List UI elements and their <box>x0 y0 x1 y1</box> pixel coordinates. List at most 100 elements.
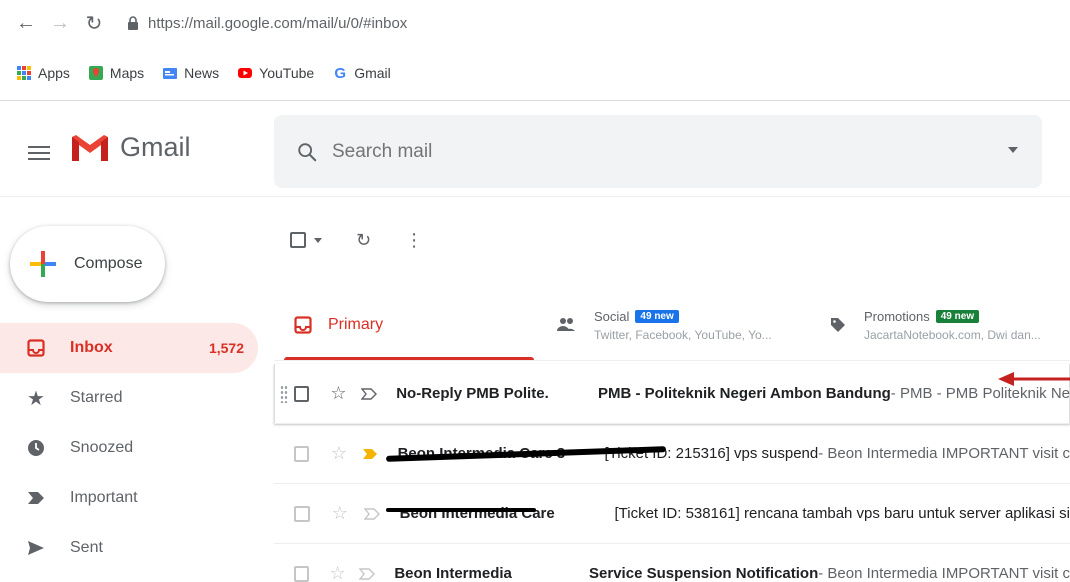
important-outline-icon[interactable] <box>362 504 382 524</box>
apps-grid-icon <box>17 66 31 80</box>
google-g-icon: G <box>334 64 347 82</box>
star-outline-icon[interactable]: ☆ <box>329 563 347 582</box>
drag-handle-icon[interactable] <box>280 385 288 403</box>
bookmark-maps[interactable]: Maps <box>88 65 144 81</box>
select-all-checkbox[interactable] <box>290 232 306 248</box>
browser-toolbar: ← → ↻ https://mail.google.com/mail/u/0/#… <box>0 0 1070 46</box>
compose-plus-icon <box>30 251 56 277</box>
sidebar-item-label: Inbox <box>70 339 113 356</box>
list-toolbar: ↻ ⋮ <box>290 222 423 258</box>
search-options-caret-icon[interactable] <box>1008 147 1018 153</box>
bookmark-gmail[interactable]: G Gmail <box>332 64 391 82</box>
row-sender: Beon Intermedia <box>394 565 512 582</box>
send-icon <box>26 538 46 558</box>
inbox-icon <box>294 316 312 334</box>
star-outline-icon[interactable]: ☆ <box>330 503 350 524</box>
row-subject: [Ticket ID: 538161] rencana tambah vps b… <box>614 505 1070 522</box>
tabs-divider <box>274 360 1070 361</box>
new-count-badge: 49 new <box>635 309 679 323</box>
tab-label: Social <box>594 308 630 324</box>
bookmark-label: Apps <box>38 65 70 81</box>
compose-label: Compose <box>74 255 143 272</box>
new-count-badge: 49 new <box>935 309 980 323</box>
sidebar-item-starred[interactable]: ★ Starred <box>0 373 258 423</box>
important-marker-icon[interactable] <box>361 444 380 464</box>
row-subject: Service Suspension Notification <box>589 565 819 582</box>
sidebar-item-label: Sent <box>70 539 103 556</box>
star-icon: ★ <box>27 387 45 410</box>
row-sender: No-Reply PMB Polite. <box>396 385 549 402</box>
star-outline-icon[interactable]: ☆ <box>329 383 348 404</box>
search-input[interactable] <box>332 140 932 163</box>
news-icon <box>163 68 178 79</box>
youtube-icon <box>238 68 253 78</box>
table-row[interactable]: ☆ No-Reply PMB Polite. PMB - Politeknik … <box>274 364 1070 424</box>
url-text: https://mail.google.com/mail/u/0/#inbox <box>148 14 408 32</box>
row-subject: PMB - Politeknik Negeri Ambon Bandung <box>597 385 891 402</box>
gmail-logo[interactable]: Gmail <box>70 132 191 163</box>
bookmark-label: Gmail <box>354 65 391 81</box>
header-divider <box>0 196 1070 197</box>
row-checkbox[interactable] <box>294 385 310 402</box>
sidebar-item-label: Starred <box>70 389 123 406</box>
address-bar[interactable]: https://mail.google.com/mail/u/0/#inbox <box>128 15 407 32</box>
inbox-unread-count: 1,572 <box>208 340 244 356</box>
search-icon[interactable] <box>296 141 318 163</box>
row-snippet: - Beon Intermedia IMPORTANT visit c <box>818 565 1070 582</box>
back-arrow-icon[interactable]: ← <box>12 9 40 37</box>
people-icon <box>557 318 575 331</box>
row-checkbox[interactable] <box>294 505 310 522</box>
table-row[interactable]: ☆ Beon Intermedia Care 3 [Ticket ID: 215… <box>274 424 1070 484</box>
gmail-m-icon <box>72 134 108 161</box>
tab-primary[interactable]: Primary <box>284 290 534 360</box>
row-checkbox[interactable] <box>294 565 309 582</box>
bookmark-label: News <box>184 65 220 81</box>
sidebar-item-label: Important <box>70 489 138 506</box>
main-menu-icon[interactable] <box>28 138 50 168</box>
redaction-mark <box>386 508 536 512</box>
forward-arrow-icon[interactable]: → <box>46 9 74 37</box>
bookmarks-bar: Apps Maps News YouTube G Gmail <box>0 56 409 90</box>
tab-promotions[interactable]: Promotions 49 new JacartaNotebook.com, D… <box>830 290 1070 360</box>
star-outline-icon[interactable]: ☆ <box>329 443 348 464</box>
sidebar-item-label: Snoozed <box>70 439 134 456</box>
more-options-icon[interactable]: ⋮ <box>405 230 423 251</box>
bookmark-news[interactable]: News <box>162 65 219 81</box>
row-snippet: - Beon Intermedia IMPORTANT visit c <box>818 445 1070 462</box>
maps-icon <box>88 66 103 80</box>
logo-text: Gmail <box>120 132 191 162</box>
important-outline-icon[interactable] <box>360 384 379 404</box>
bookmark-apps[interactable]: Apps <box>16 65 70 81</box>
important-icon <box>26 488 46 508</box>
inbox-icon <box>26 338 46 358</box>
important-outline-icon[interactable] <box>359 564 377 582</box>
table-row[interactable]: ☆ Beon Intermedia Service Suspension Not… <box>274 544 1070 582</box>
row-snippet: - PMB - PMB Politeknik Ne <box>890 385 1070 402</box>
select-options-caret-icon[interactable] <box>314 237 322 243</box>
tab-label: Promotions <box>864 308 930 324</box>
row-checkbox[interactable] <box>294 445 310 462</box>
message-list: ☆ No-Reply PMB Polite. PMB - Politeknik … <box>274 364 1070 582</box>
sidebar-nav: Inbox 1,572 ★ Starred Snoozed Important … <box>0 323 258 573</box>
category-tabs: Primary Social 49 new Twitter, Facebook,… <box>274 290 1070 360</box>
tag-icon <box>831 318 845 332</box>
sidebar-item-snoozed[interactable]: Snoozed <box>0 423 258 473</box>
sidebar-item-sent[interactable]: Sent <box>0 523 258 573</box>
compose-button[interactable]: Compose <box>10 226 165 302</box>
bookmark-label: YouTube <box>259 65 315 81</box>
bookmark-label: Maps <box>109 65 145 81</box>
sidebar-item-inbox[interactable]: Inbox 1,572 <box>0 323 258 373</box>
clock-icon <box>26 438 46 458</box>
bookmark-youtube[interactable]: YouTube <box>237 65 314 81</box>
table-row[interactable]: ☆ Beon Intermedia Care [Ticket ID: 53816… <box>274 484 1070 544</box>
tab-senders-preview: Twitter, Facebook, YouTube, Yo... <box>594 327 772 342</box>
tab-label: Primary <box>328 316 384 333</box>
tab-social[interactable]: Social 49 new Twitter, Facebook, YouTube… <box>556 290 816 360</box>
lock-icon <box>128 16 138 30</box>
sidebar-item-important[interactable]: Important <box>0 473 258 523</box>
reload-icon[interactable]: ↻ <box>80 9 108 37</box>
refresh-icon[interactable]: ↻ <box>356 230 371 251</box>
browser-divider <box>0 100 1070 101</box>
tab-senders-preview: JacartaNotebook.com, Dwi dan... <box>864 327 1041 342</box>
search-bar[interactable] <box>274 115 1042 188</box>
